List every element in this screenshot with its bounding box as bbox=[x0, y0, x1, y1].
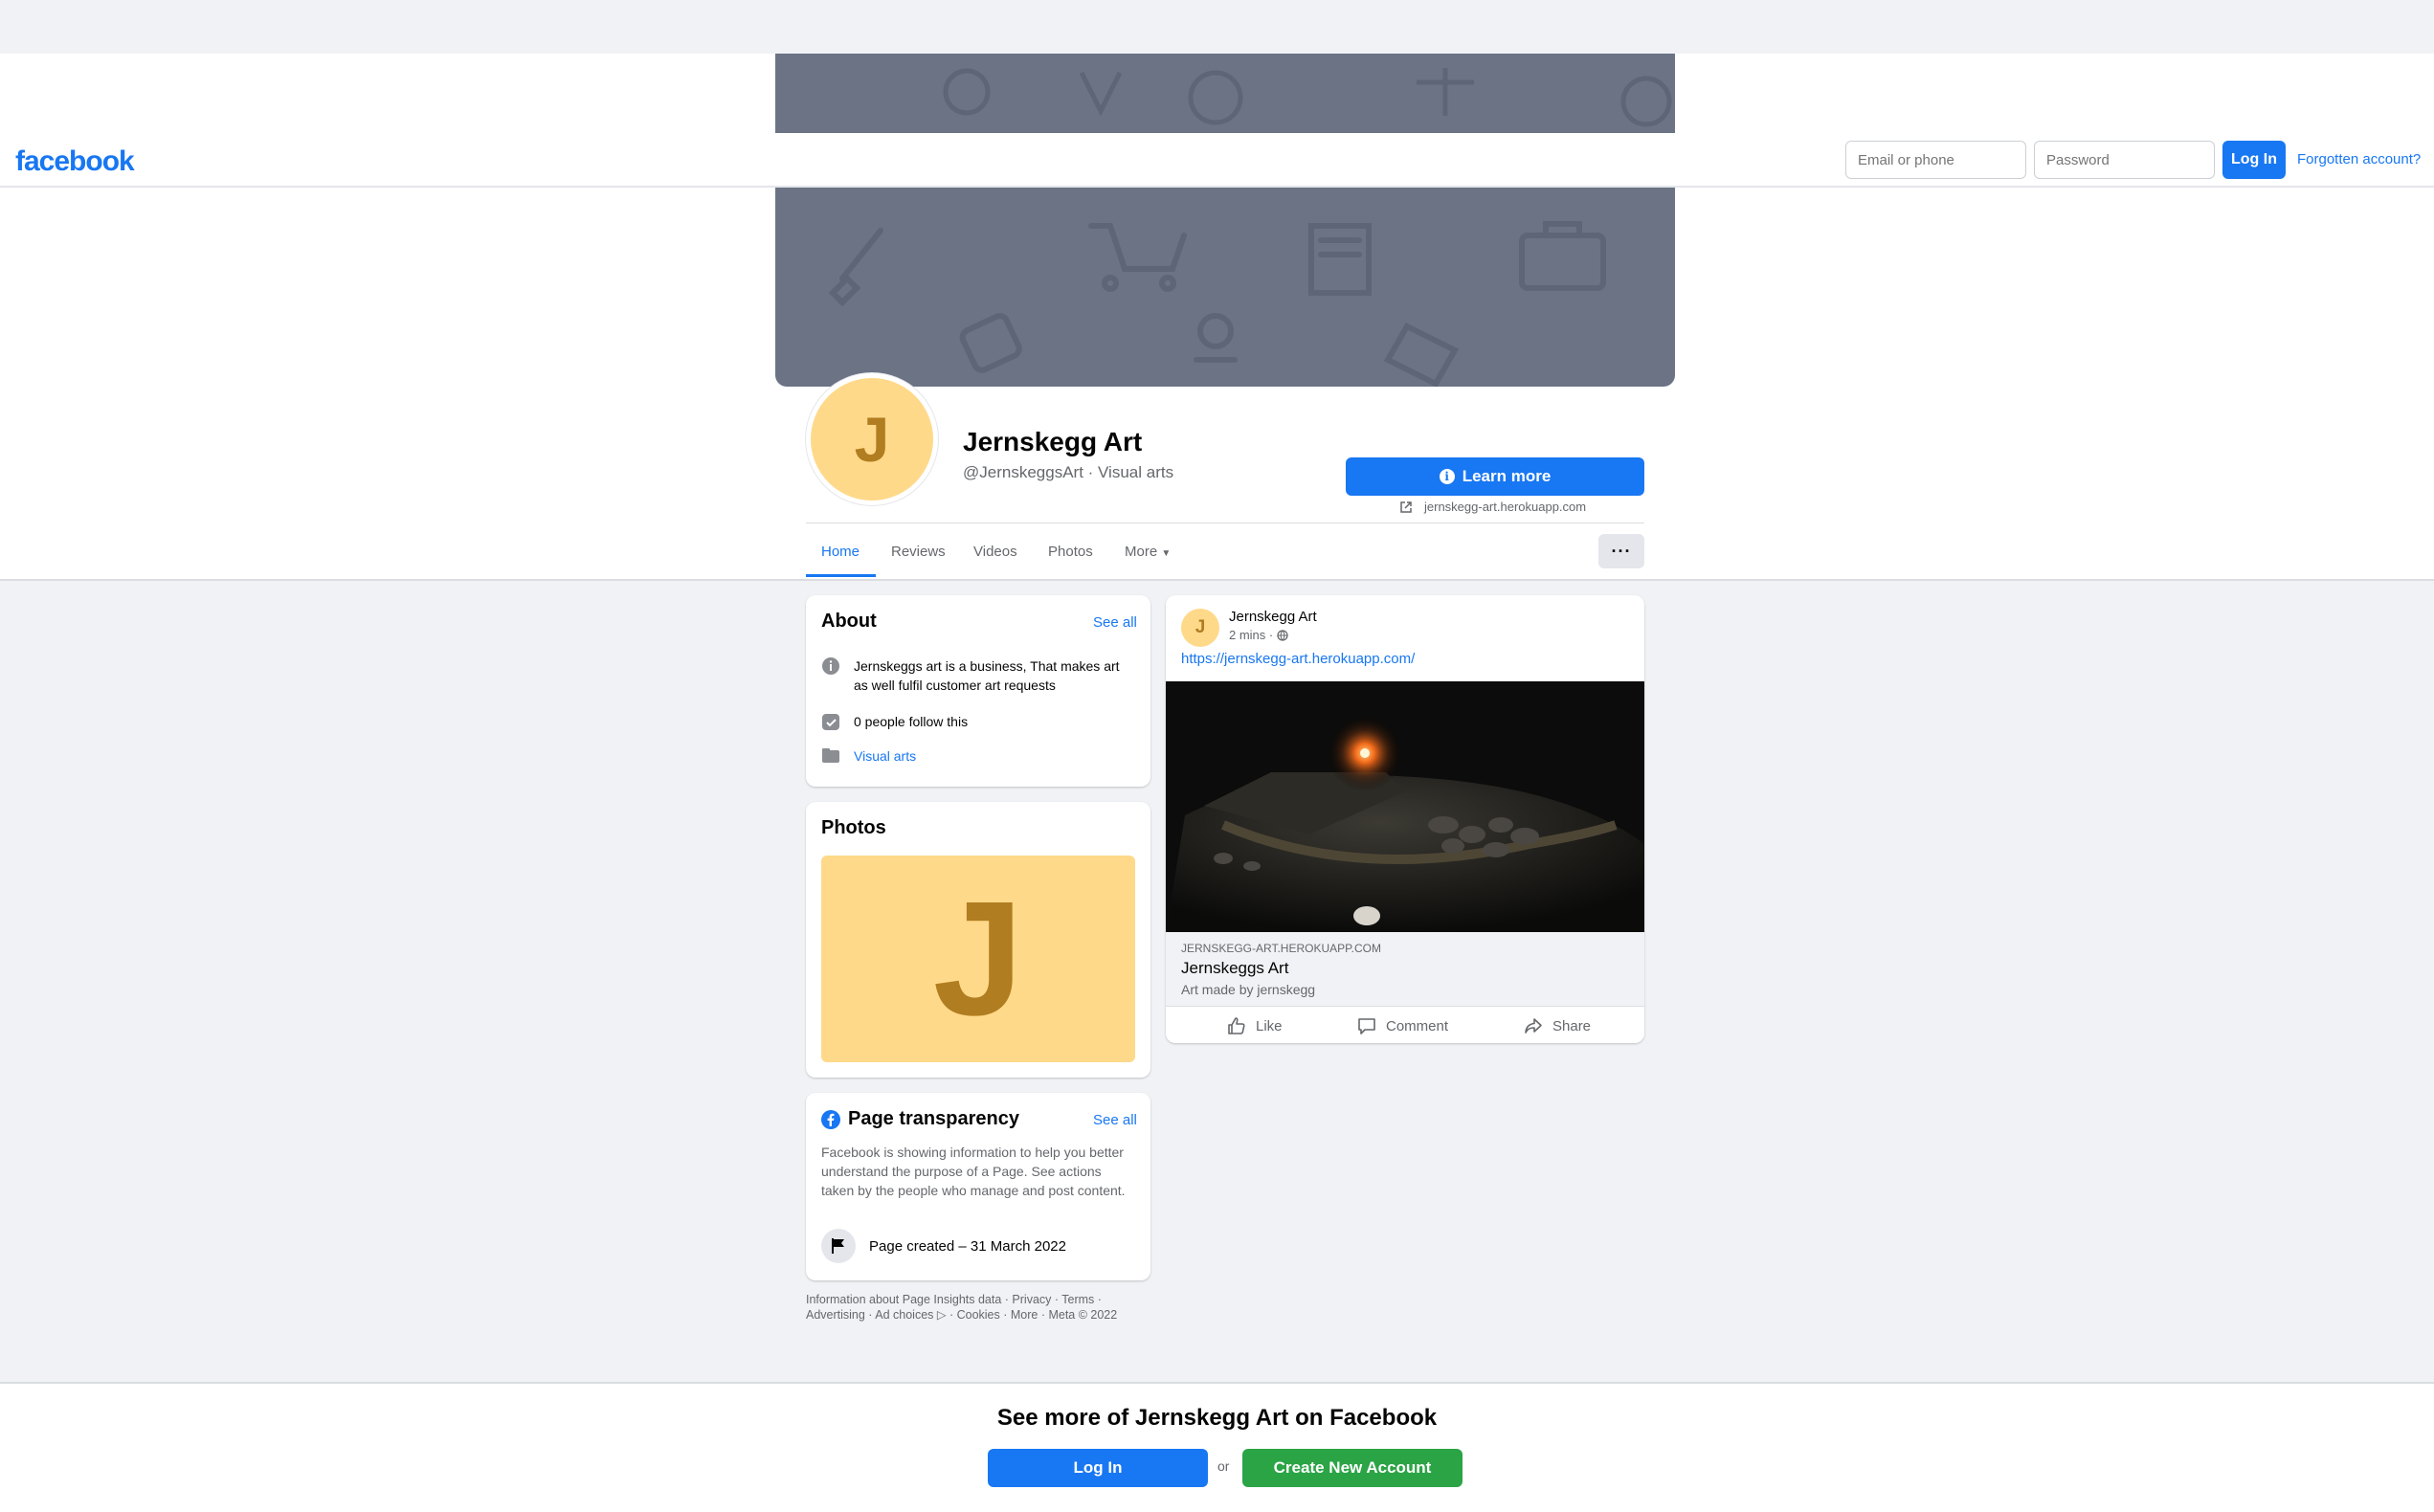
globe-icon bbox=[1277, 629, 1288, 641]
bottom-signup-bar bbox=[0, 1382, 2434, 1512]
category-row: Visual arts bbox=[821, 746, 916, 766]
post-link-image[interactable] bbox=[1166, 681, 1644, 932]
tab-home[interactable]: Home bbox=[821, 544, 860, 560]
link-preview[interactable]: JERNSKEGG-ART.HEROKUAPP.COM Jernskeggs A… bbox=[1166, 932, 1644, 1007]
transparency-see-all-link[interactable]: See all bbox=[1093, 1112, 1137, 1128]
followers-count: 0 people follow this bbox=[854, 714, 969, 729]
website-label: jernskegg-art.herokuapp.com bbox=[1424, 500, 1587, 514]
transparency-header: Page transparency bbox=[821, 1108, 1019, 1130]
bottom-login-button[interactable]: Log In bbox=[988, 1449, 1208, 1487]
post-author[interactable]: Jernskegg Art bbox=[1229, 609, 1317, 625]
page-transparency-card: Page transparency See all Facebook is sh… bbox=[806, 1093, 1150, 1280]
create-account-button[interactable]: Create New Account bbox=[1242, 1449, 1463, 1487]
footer-line-2[interactable]: Advertising · Ad choices ▷ · Cookies · M… bbox=[806, 1307, 1150, 1323]
footer-links[interactable]: Information about Page Insights data · P… bbox=[806, 1292, 1150, 1323]
info-icon bbox=[822, 657, 839, 675]
post-link[interactable]: https://jernskegg-art.herokuapp.com/ bbox=[1181, 651, 1415, 667]
more-options-button[interactable]: ··· bbox=[1598, 534, 1644, 568]
transparency-text: Facebook is showing information to help … bbox=[821, 1145, 1126, 1198]
page-handle: @JernskeggsArt · Visual arts bbox=[963, 463, 1174, 481]
email-input[interactable] bbox=[1845, 141, 2026, 179]
facebook-logo[interactable]: facebook bbox=[15, 145, 135, 178]
comment-icon bbox=[1358, 1018, 1375, 1034]
post-avatar[interactable]: J bbox=[1181, 609, 1219, 647]
forgot-account-link[interactable]: Forgotten account? bbox=[2297, 151, 2421, 167]
comment-button[interactable]: Comment bbox=[1357, 1016, 1448, 1035]
about-description: Jernskeggs art is a business, That makes… bbox=[854, 658, 1120, 693]
tab-more[interactable]: More ▼ bbox=[1125, 544, 1171, 560]
active-tab-indicator bbox=[806, 574, 876, 577]
share-button[interactable]: Share bbox=[1524, 1016, 1591, 1035]
check-box-icon bbox=[822, 714, 839, 730]
post-timestamp[interactable]: 2 mins · bbox=[1229, 628, 1288, 642]
like-button[interactable]: Like bbox=[1227, 1016, 1283, 1035]
photos-card: Photos J bbox=[806, 802, 1150, 1078]
comment-label: Comment bbox=[1386, 1017, 1449, 1034]
like-label: Like bbox=[1256, 1017, 1283, 1034]
cover-pattern bbox=[828, 221, 1606, 387]
or-label: or bbox=[1217, 1458, 1230, 1474]
post-card: J Jernskegg Art 2 mins · https://jernske… bbox=[1166, 595, 1644, 1043]
cover-photo-top bbox=[775, 54, 1675, 133]
art-photo bbox=[1166, 681, 1644, 932]
thumbs-up-icon bbox=[1228, 1017, 1245, 1034]
external-link-icon bbox=[1400, 500, 1412, 513]
post-time-label: 2 mins · bbox=[1229, 628, 1274, 642]
page-created-row: Page created – 31 March 2022 bbox=[821, 1229, 1066, 1263]
preview-title: Jernskeggs Art bbox=[1181, 959, 1289, 977]
transparency-title: Page transparency bbox=[848, 1108, 1019, 1129]
profile-avatar[interactable]: J bbox=[806, 373, 938, 505]
category-link[interactable]: Visual arts bbox=[854, 746, 916, 766]
about-title: About bbox=[821, 611, 877, 632]
learn-more-label: Learn more bbox=[1462, 467, 1552, 485]
preview-description: Art made by jernskegg bbox=[1181, 982, 1316, 997]
photo-thumbnail[interactable]: J bbox=[821, 856, 1135, 1062]
login-button[interactable]: Log In bbox=[2222, 141, 2286, 179]
tab-reviews[interactable]: Reviews bbox=[891, 544, 946, 560]
category-icon bbox=[822, 748, 839, 763]
share-label: Share bbox=[1552, 1017, 1592, 1034]
facebook-icon bbox=[821, 1109, 840, 1129]
about-see-all-link[interactable]: See all bbox=[1093, 614, 1137, 631]
tab-photos[interactable]: Photos bbox=[1048, 544, 1093, 560]
page-title: Jernskegg Art bbox=[963, 427, 1143, 456]
share-icon bbox=[1525, 1018, 1542, 1034]
tab-more-label: More bbox=[1125, 544, 1158, 560]
tab-videos[interactable]: Videos bbox=[973, 544, 1017, 560]
page-created-date: Page created – 31 March 2022 bbox=[869, 1237, 1066, 1255]
preview-domain: JERNSKEGG-ART.HEROKUAPP.COM bbox=[1181, 942, 1381, 955]
followers-row: 0 people follow this bbox=[821, 712, 968, 731]
info-icon: i bbox=[1439, 469, 1455, 484]
flag-icon bbox=[821, 1229, 856, 1263]
about-card: About See all Jernskeggs art is a busine… bbox=[806, 595, 1150, 787]
website-link[interactable]: jernskegg-art.herokuapp.com bbox=[1399, 500, 1586, 514]
caret-down-icon: ▼ bbox=[1161, 548, 1172, 559]
bottom-title: See more of Jernskegg Art on Facebook bbox=[996, 1405, 1438, 1431]
cover-pattern bbox=[943, 68, 1672, 127]
footer-line-1[interactable]: Information about Page Insights data · P… bbox=[806, 1292, 1150, 1307]
learn-more-button[interactable]: i Learn more bbox=[1346, 457, 1644, 496]
photos-title: Photos bbox=[821, 817, 886, 838]
about-description-row: Jernskeggs art is a business, That makes… bbox=[821, 656, 1128, 695]
password-input[interactable] bbox=[2034, 141, 2215, 179]
cover-photo[interactable] bbox=[775, 188, 1675, 387]
